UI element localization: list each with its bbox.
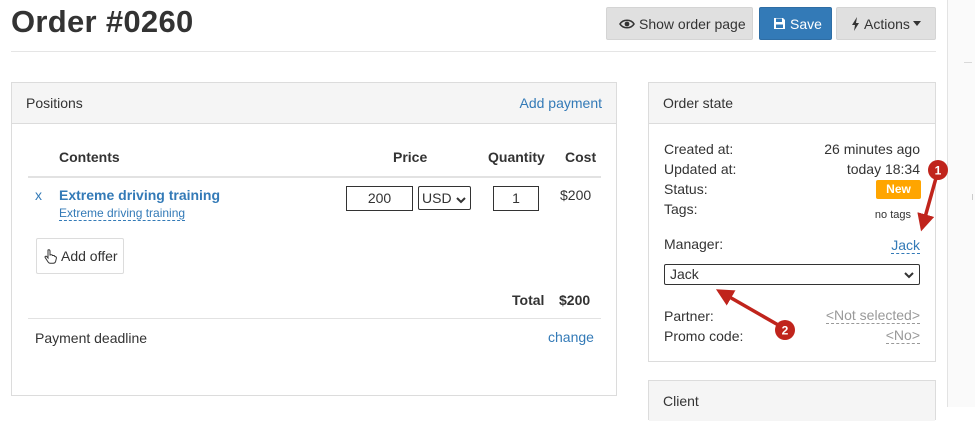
- manager-select[interactable]: Jack: [664, 264, 920, 285]
- chevron-down-icon: [456, 191, 466, 213]
- created-value: 26 minutes ago: [824, 141, 920, 157]
- manager-label: Manager:: [664, 236, 724, 252]
- page-title: Order #0260: [11, 4, 194, 39]
- item-cost: $200: [560, 187, 592, 203]
- show-order-page-button[interactable]: Show order page: [606, 7, 753, 40]
- item-name-link[interactable]: Extreme driving training: [59, 187, 220, 203]
- price-input[interactable]: 200: [346, 186, 413, 211]
- remove-item-button[interactable]: x: [35, 187, 42, 203]
- save-button[interactable]: Save: [759, 7, 832, 40]
- manager-link[interactable]: Jack: [891, 237, 920, 254]
- updated-label: Updated at:: [664, 161, 737, 177]
- floppy-disk-icon: [773, 17, 786, 30]
- updated-value: today 18:34: [846, 161, 920, 177]
- order-state-title: Order state: [663, 95, 734, 111]
- created-label: Created at:: [664, 141, 734, 157]
- deadline-divider: [28, 318, 601, 319]
- caret-down-icon: [912, 21, 921, 26]
- tags-label: Tags:: [664, 201, 698, 217]
- manager-select-value: Jack: [670, 266, 699, 282]
- currency-select[interactable]: USD: [418, 186, 471, 210]
- chevron-down-icon: [904, 268, 914, 287]
- add-offer-button[interactable]: Add offer: [36, 238, 124, 274]
- positions-panel: Positions Add payment Contents Price Qua…: [11, 82, 617, 396]
- add-offer-label: Add offer: [61, 248, 118, 264]
- table-header-divider: [28, 176, 601, 178]
- payment-deadline-change-link[interactable]: change: [548, 329, 594, 345]
- column-price: Price: [393, 149, 428, 165]
- currency-value: USD: [422, 190, 452, 206]
- save-label: Save: [790, 15, 822, 32]
- promo-code-link[interactable]: <No>: [885, 328, 920, 344]
- column-cost: Cost: [565, 149, 597, 165]
- status-label: Status:: [664, 181, 708, 197]
- hand-pointer-icon: [44, 248, 57, 264]
- add-payment-link[interactable]: Add payment: [520, 95, 603, 111]
- client-header: Client: [649, 381, 935, 421]
- positions-header: Positions Add payment: [12, 83, 616, 124]
- partner-link[interactable]: <Not selected>: [825, 308, 920, 324]
- actions-dropdown-button[interactable]: Actions: [836, 7, 936, 40]
- tags-value[interactable]: no tags: [875, 209, 911, 221]
- actions-label: Actions: [864, 15, 910, 32]
- payment-deadline-label: Payment deadline: [35, 330, 148, 346]
- status-badge[interactable]: New: [876, 180, 921, 199]
- client-panel: Client: [648, 380, 936, 421]
- page-edge-scroll-area: [947, 0, 975, 407]
- order-state-panel: Order state Created at: 26 minutes ago U…: [648, 82, 936, 362]
- promo-code-label: Promo code:: [664, 328, 744, 344]
- eye-icon: [619, 18, 635, 30]
- quantity-input[interactable]: 1: [493, 186, 539, 211]
- partner-label: Partner:: [664, 308, 714, 324]
- order-state-header: Order state: [649, 83, 935, 124]
- show-order-page-label: Show order page: [639, 15, 746, 32]
- total-value: $200: [559, 292, 591, 308]
- title-divider: [11, 51, 936, 52]
- positions-title: Positions: [26, 95, 83, 111]
- bolt-icon: [851, 16, 860, 31]
- item-offer-link[interactable]: Extreme driving training: [59, 206, 186, 221]
- total-label: Total: [512, 292, 545, 308]
- column-quantity: Quantity: [488, 149, 545, 165]
- column-contents: Contents: [59, 149, 120, 165]
